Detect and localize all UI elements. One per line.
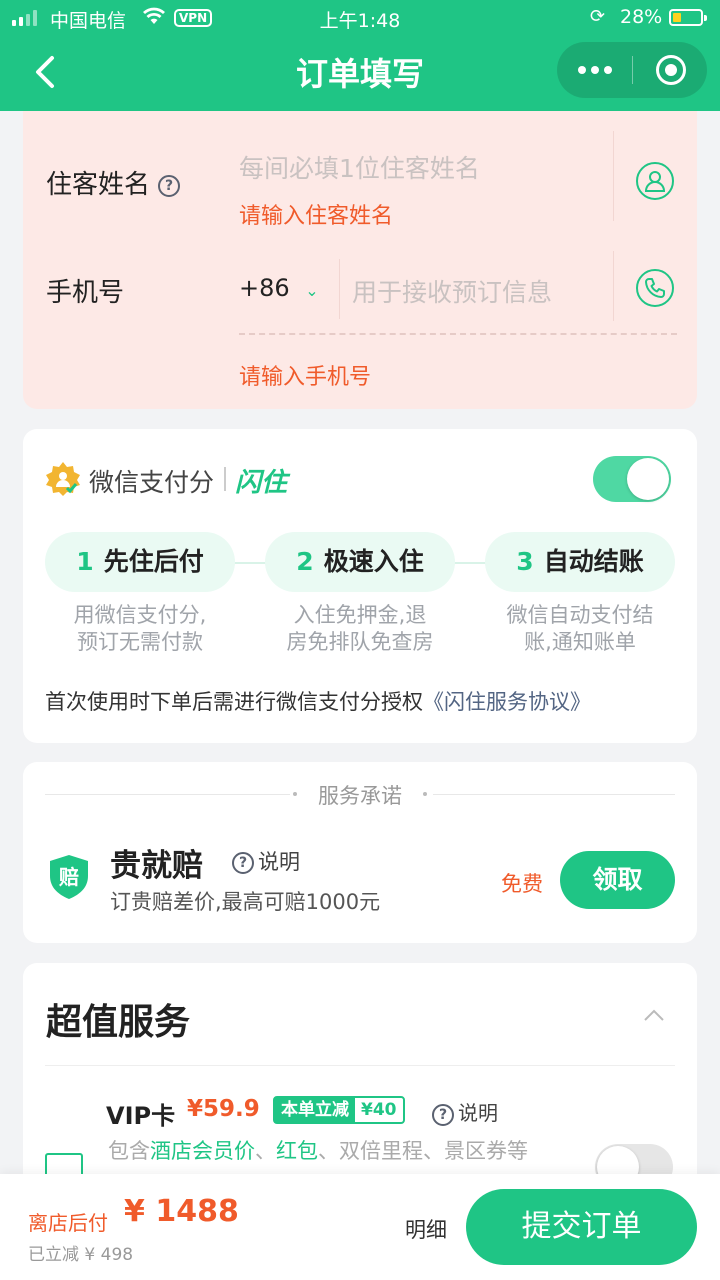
discount-badge: 本单立减 ¥40 xyxy=(273,1096,405,1124)
phone-input[interactable]: 用于接收预订信息 xyxy=(352,273,552,309)
service-promise-card: 服务承诺 赔 贵就赔 ? 说明 订贵赔差价,最高可赔1000元 免费 领取 xyxy=(23,762,697,943)
status-bar: 中国电信 VPN 上午1:48 ⟳ 28% xyxy=(0,0,720,36)
section-title: 超值服务 xyxy=(46,1002,191,1043)
checkout-bar: 离店后付 ¥ 1488 已立减 ¥ 498 明细 提交订单 xyxy=(0,1174,720,1280)
divider xyxy=(239,333,677,335)
guest-name-label: 住客姓名 xyxy=(46,170,151,200)
claim-button[interactable]: 领取 xyxy=(560,851,675,909)
step-description: 微信自动支付结 账,通知账单 xyxy=(506,603,654,654)
free-tag: 免费 xyxy=(501,872,543,896)
app-header: 中国电信 VPN 上午1:48 ⟳ 28% 订单填写 xyxy=(0,0,720,111)
vip-card-price: ¥59.9 xyxy=(187,1096,260,1122)
guest-name-input[interactable]: 每间必填1位住客姓名 xyxy=(239,149,480,185)
total-price: ¥ 1488 xyxy=(124,1194,239,1229)
guest-name-label-row: 住客姓名? xyxy=(46,164,181,201)
battery-icon xyxy=(669,9,707,26)
wechat-pay-score-card: 微信支付分 闪住 1 先住后付 2 极速入住 3 自动结账 用微信支付分, 预订无需付款… xyxy=(23,429,697,743)
flash-stay-label: 闪住 xyxy=(235,468,288,498)
guest-info-card: 住客姓名? 每间必填1位住客姓名 请输入住客姓名 手机号 +86 ⌄ 用于接收预… xyxy=(23,111,697,409)
status-time: 上午1:48 xyxy=(319,10,401,32)
step-pill: 2 极速入住 xyxy=(265,532,455,592)
step-pill: 3 自动结账 xyxy=(485,532,675,592)
country-code-select[interactable]: +86 ⌄ xyxy=(239,274,319,302)
phone-error: 请输入手机号 xyxy=(239,365,372,390)
guest-name-error: 请输入住客姓名 xyxy=(239,204,394,229)
help-icon: ? xyxy=(232,852,254,874)
vip-card-name: VIP卡 xyxy=(106,1102,176,1130)
more-menu-button[interactable] xyxy=(557,42,633,98)
contact-person-icon[interactable] xyxy=(636,162,674,200)
vip-card-desc: 包含酒店会员价、红包、双倍里程、景区券等 xyxy=(108,1139,528,1163)
miniprogram-capsule xyxy=(557,42,707,98)
phone-icon[interactable] xyxy=(636,269,674,307)
authorization-note: 首次使用时下单后需进行微信支付分授权《闪住服务协议》 xyxy=(45,690,591,714)
help-icon[interactable]: ? xyxy=(158,174,181,197)
step-description: 入住免押金,退 房免排队免查房 xyxy=(286,603,434,654)
svg-text:赔: 赔 xyxy=(59,865,79,889)
close-miniprogram-icon[interactable] xyxy=(656,55,686,85)
flash-stay-toggle[interactable] xyxy=(593,456,671,502)
section-title: 服务承诺 xyxy=(318,784,402,808)
saved-amount: 已立减 ¥ 498 xyxy=(28,1245,134,1265)
detail-button[interactable]: 明细 xyxy=(405,1214,447,1244)
chevron-down-icon: ⌄ xyxy=(305,281,319,300)
step-description: 用微信支付分, 预订无需付款 xyxy=(73,603,207,654)
explain-link[interactable]: ? 说明 xyxy=(232,846,300,876)
help-icon: ? xyxy=(432,1103,454,1126)
country-code: +86 xyxy=(239,274,290,302)
pay-score-brand: 微信支付分 xyxy=(89,468,215,497)
battery-percent: 28% xyxy=(620,6,663,28)
phone-label: 手机号 xyxy=(46,278,125,308)
rotation-lock-icon: ⟳ xyxy=(590,6,606,27)
price-guarantee-desc: 订贵赔差价,最高可赔1000元 xyxy=(110,890,381,914)
price-guarantee-title: 贵就赔 xyxy=(110,848,203,884)
pay-score-logo-icon xyxy=(46,462,80,496)
shield-icon: 赔 xyxy=(48,854,90,900)
service-agreement-link[interactable]: 《闪住服务协议》 xyxy=(423,690,591,714)
explain-link[interactable]: ? 说明 xyxy=(432,1097,498,1126)
step-pill: 1 先住后付 xyxy=(45,532,235,592)
submit-order-button[interactable]: 提交订单 xyxy=(466,1189,697,1265)
pay-method-label: 离店后付 xyxy=(28,1211,108,1235)
chevron-up-icon[interactable] xyxy=(643,1005,665,1027)
